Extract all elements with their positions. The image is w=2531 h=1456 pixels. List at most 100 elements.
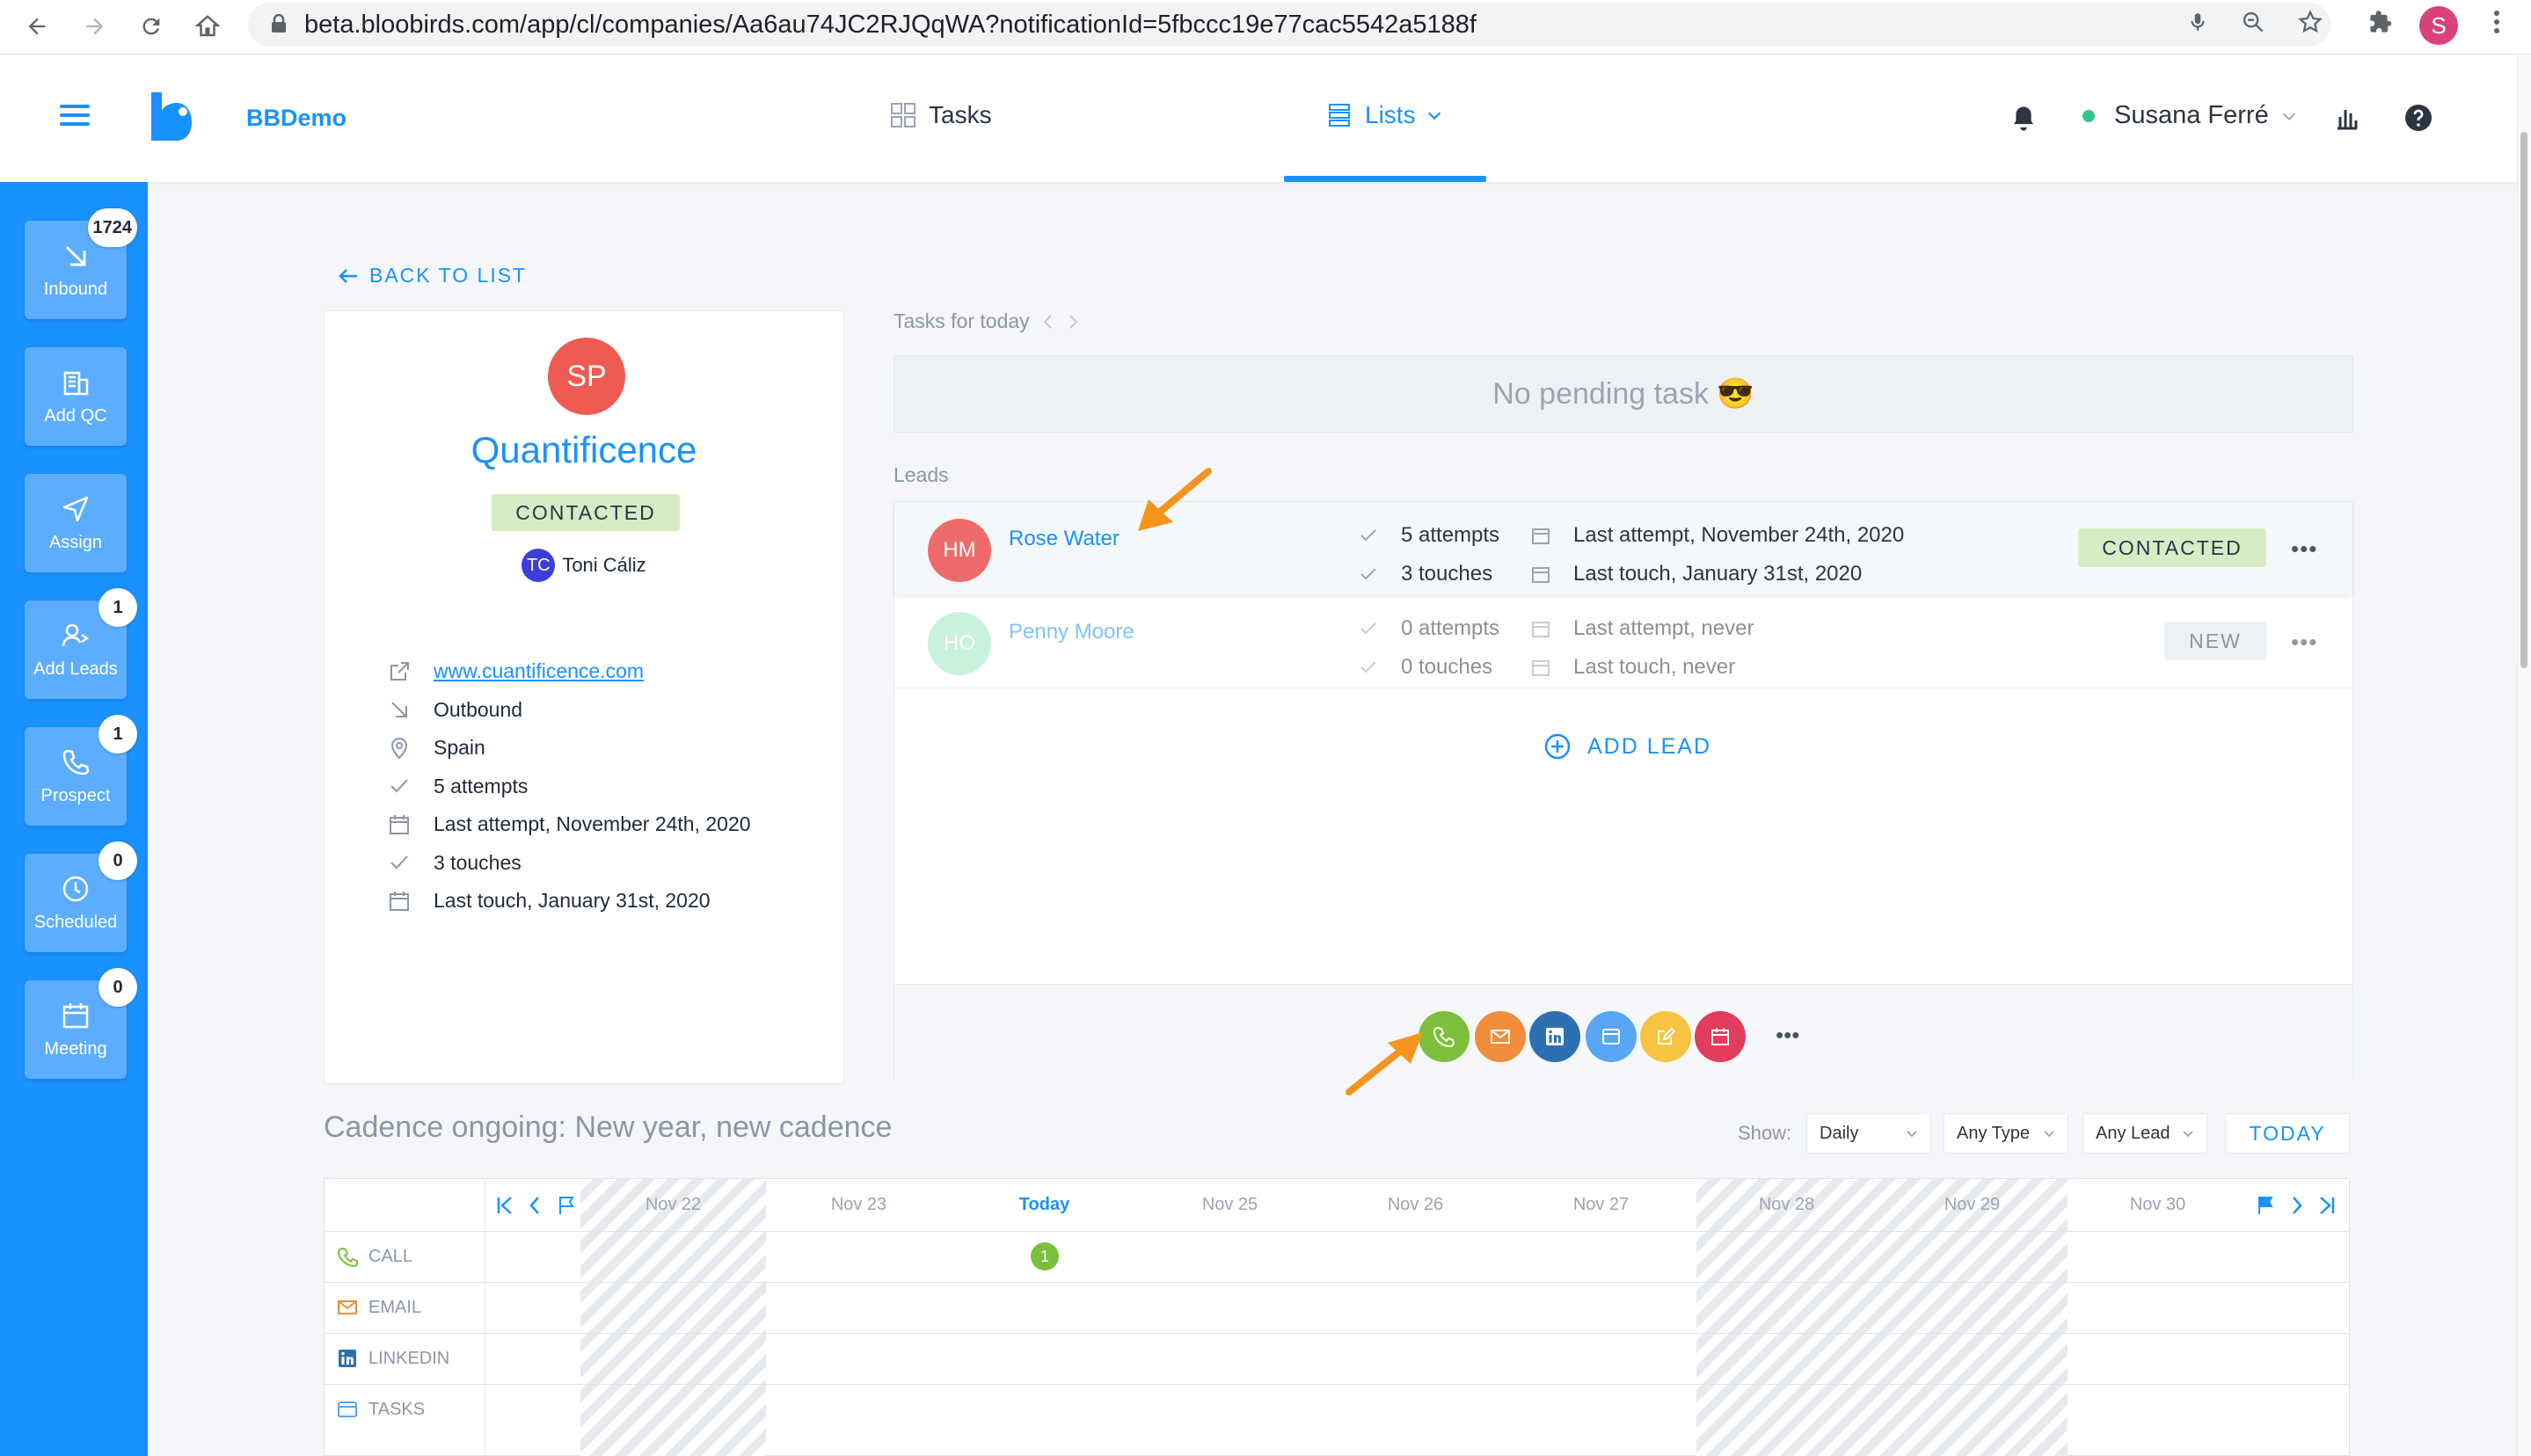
- cadence-row-label-text: EMAIL: [368, 1297, 422, 1317]
- lead-row[interactable]: HO Penny Moore 0 attempts 0 touches Last…: [894, 595, 2352, 688]
- chevron-right-icon[interactable]: [2289, 1195, 2305, 1216]
- calendar-icon: [1532, 622, 1550, 637]
- company-status-badge[interactable]: CONTACTED: [492, 494, 680, 531]
- more-actions-icon[interactable]: •••: [1776, 1022, 1799, 1049]
- sidebar-item-assign[interactable]: Assign: [25, 474, 127, 572]
- note-action-button[interactable]: [1640, 1011, 1691, 1062]
- cadence-row-label: CALL: [337, 1246, 412, 1267]
- email-action-button[interactable]: [1475, 1011, 1526, 1062]
- nav-tasks[interactable]: Tasks: [890, 101, 992, 129]
- company-name[interactable]: Quantificence: [325, 429, 843, 471]
- task-window-icon: [1602, 1029, 1620, 1045]
- chevron-left-icon[interactable]: [527, 1195, 543, 1216]
- profile-avatar[interactable]: S: [2419, 6, 2458, 45]
- home-icon[interactable]: [188, 7, 227, 46]
- help-icon[interactable]: [2404, 104, 2433, 132]
- website-link[interactable]: www.cuantificence.com: [434, 659, 644, 683]
- chevron-right-icon[interactable]: [1067, 314, 1079, 330]
- lead-stats: 5 attempts 3 touches: [1359, 516, 1499, 593]
- forward-arrow-icon[interactable]: [76, 7, 114, 46]
- bookmark-star-icon[interactable]: [2295, 7, 2325, 37]
- lead-name[interactable]: Rose Water: [1009, 527, 1120, 551]
- bar-chart-icon[interactable]: [2334, 105, 2360, 131]
- scrollbar-thumb[interactable]: [2520, 132, 2527, 668]
- online-status-dot: [2082, 109, 2095, 122]
- owner-name: Toni Cáliz: [562, 554, 646, 576]
- sidebar-item-label: Prospect: [40, 785, 111, 805]
- grid-icon: [891, 103, 915, 127]
- lead-name[interactable]: Penny Moore: [1009, 620, 1134, 644]
- task-action-button[interactable]: [1586, 1011, 1637, 1062]
- tasks-title-text: Tasks for today: [894, 309, 1030, 332]
- owner-avatar: TC: [522, 549, 556, 582]
- add-lead-button[interactable]: ADD LEAD: [1543, 732, 1711, 761]
- sidebar-item-meeting[interactable]: Meeting 0: [25, 968, 137, 1079]
- cadence-row-email: EMAIL: [325, 1283, 2349, 1334]
- phone-icon: [337, 1247, 358, 1267]
- more-options-icon[interactable]: •••: [2291, 629, 2317, 656]
- meeting-count-badge: 0: [98, 968, 137, 1007]
- chevron-down-icon: [2044, 1131, 2054, 1138]
- flag-filled-icon[interactable]: [2256, 1195, 2275, 1216]
- sidebar-item-label: Add Leads: [33, 659, 118, 679]
- bell-icon[interactable]: [2010, 105, 2037, 133]
- zoom-icon[interactable]: [2238, 7, 2268, 37]
- call-count-badge[interactable]: 1: [1031, 1242, 1059, 1270]
- chevron-left-icon[interactable]: [1042, 314, 1054, 330]
- company-details: www.cuantificence.com Outbound Spain 5 a…: [388, 652, 751, 921]
- leads-section-title: Leads: [894, 463, 949, 486]
- last-page-icon[interactable]: [2317, 1195, 2337, 1216]
- lead-row[interactable]: HM Rose Water 5 attempts 3 touches Last …: [894, 502, 2352, 595]
- edit-note-icon: [1658, 1027, 1676, 1045]
- meeting-action-button[interactable]: [1695, 1011, 1746, 1062]
- sidebar-item-add-qc[interactable]: Add QC: [25, 347, 127, 446]
- back-arrow-icon[interactable]: [18, 7, 56, 46]
- nav-lists[interactable]: Lists: [1326, 101, 1444, 129]
- company-owner[interactable]: TC Toni Cáliz: [325, 549, 843, 582]
- chevron-down-icon: [2183, 1131, 2193, 1138]
- type-select[interactable]: Any Type: [1944, 1113, 2068, 1154]
- attempts-text: 5 attempts: [434, 774, 529, 797]
- period-select[interactable]: Daily: [1806, 1113, 1931, 1154]
- last-attempt-text: Last attempt, November 24th, 2020: [434, 812, 751, 836]
- cadence-calendar: Nov 22 Nov 23 Today Nov 25 Nov 26 Nov 27…: [324, 1178, 2350, 1456]
- lead-dates: Last attempt, November 24th, 2020 Last t…: [1531, 516, 1904, 593]
- reload-icon[interactable]: [132, 7, 171, 46]
- menu-icon[interactable]: [60, 105, 90, 126]
- sidebar-item-scheduled[interactable]: Scheduled 0: [25, 841, 137, 952]
- today-button[interactable]: TODAY: [2225, 1113, 2350, 1154]
- touches-text: 3 touches: [434, 850, 522, 874]
- sidebar-item-prospect[interactable]: Prospect 1: [25, 715, 137, 826]
- microphone-icon[interactable]: [2183, 7, 2213, 37]
- check-icon: [1360, 568, 1376, 580]
- plus-circle-icon: [1544, 733, 1571, 760]
- day-header: Nov 28: [1758, 1195, 1815, 1214]
- lead-status-badge[interactable]: CONTACTED: [2078, 528, 2266, 567]
- lead-attempts: 0 attempts: [1401, 616, 1500, 640]
- country-row: Spain: [388, 729, 751, 768]
- sidebar-item-add-leads[interactable]: Add Leads 1: [25, 588, 137, 699]
- sidebar-item-inbound[interactable]: Inbound 1724: [25, 208, 137, 319]
- last-touch-text: Last touch, January 31st, 2020: [434, 889, 711, 913]
- first-page-icon[interactable]: [495, 1195, 514, 1216]
- day-header: Nov 26: [1387, 1195, 1444, 1214]
- flag-icon[interactable]: [557, 1195, 576, 1216]
- back-to-list-link[interactable]: BACK TO LIST: [338, 264, 527, 288]
- extensions-icon[interactable]: [2366, 7, 2396, 37]
- chevron-down-icon: [1907, 1131, 1917, 1138]
- lead-select[interactable]: Any Lead: [2082, 1113, 2207, 1154]
- user-name: Susana Ferré: [2114, 101, 2269, 129]
- address-bar[interactable]: beta.bloobirds.com/app/cl/companies/Aa6a…: [248, 3, 2330, 47]
- no-pending-task-box: No pending task 😎: [894, 355, 2353, 433]
- kebab-menu-icon[interactable]: [2482, 7, 2512, 37]
- cadence-row-call: CALL 1: [325, 1232, 2349, 1283]
- user-menu[interactable]: Susana Ferré: [2082, 101, 2299, 130]
- workspace-name[interactable]: BBDemo: [246, 105, 346, 132]
- more-options-icon[interactable]: •••: [2291, 535, 2317, 563]
- day-header: Nov 22: [645, 1195, 702, 1214]
- cadence-title: Cadence ongoing: New year, new cadence: [324, 1110, 893, 1144]
- day-header: Nov 25: [1201, 1195, 1258, 1214]
- linkedin-action-button[interactable]: [1529, 1011, 1580, 1062]
- lead-touches: 0 touches: [1401, 655, 1493, 679]
- lead-status-badge[interactable]: NEW: [2164, 622, 2266, 660]
